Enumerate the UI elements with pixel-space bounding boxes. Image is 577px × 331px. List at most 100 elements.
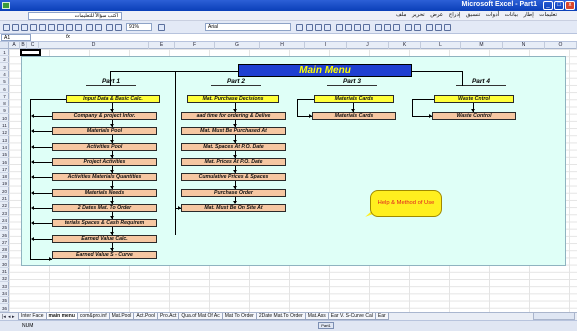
maximize-icon[interactable]: □ — [554, 1, 564, 10]
row-header[interactable]: 4 — [0, 71, 9, 78]
select-all-corner[interactable] — [0, 42, 9, 49]
sheet-tab[interactable]: main menu — [45, 313, 78, 320]
close-icon[interactable]: x — [565, 1, 575, 10]
fx-icon[interactable]: fx — [66, 34, 70, 40]
new-file-icon[interactable] — [3, 24, 10, 31]
row-header[interactable]: 19 — [0, 180, 9, 188]
align-right-icon[interactable] — [354, 24, 361, 31]
row-header[interactable]: 33 — [0, 283, 9, 290]
fill-color-icon[interactable] — [435, 24, 442, 31]
italic-icon[interactable] — [315, 24, 322, 31]
row-header[interactable]: 34 — [0, 290, 9, 297]
column-header[interactable]: D — [39, 42, 149, 49]
sheet-tab[interactable]: Mat.Pool — [108, 313, 135, 320]
mat-must-be-purchased-button[interactable]: Mat. Must Be Purchased At — [181, 127, 286, 135]
name-box[interactable]: A1 — [1, 34, 31, 41]
sort-icon[interactable] — [115, 24, 122, 31]
font-name-select[interactable]: Arial — [205, 23, 291, 31]
row-header[interactable]: 13 — [0, 137, 9, 144]
lead-time-ordering-button[interactable]: aad time for ordering & Delive — [181, 112, 286, 120]
menu-item[interactable]: أدوات — [486, 12, 499, 18]
project-activities-button[interactable]: Project Activities — [52, 158, 157, 166]
menu-item[interactable]: بيانات — [505, 12, 518, 18]
row-header[interactable]: 20 — [0, 188, 9, 195]
part4-header-button[interactable]: Waste Cntrol — [434, 95, 514, 103]
row-header[interactable]: 6 — [0, 86, 9, 93]
column-header[interactable]: K — [389, 42, 421, 49]
preview-icon[interactable] — [39, 24, 46, 31]
part1-header-button[interactable]: Input Data & Basic Calc. — [66, 95, 160, 103]
copy-icon[interactable] — [66, 24, 73, 31]
save-icon[interactable] — [21, 24, 28, 31]
comma-icon[interactable] — [393, 24, 400, 31]
row-header[interactable]: 2 — [0, 56, 9, 64]
column-header[interactable]: G — [215, 42, 260, 49]
paste-icon[interactable] — [75, 24, 82, 31]
menu-item[interactable]: ملف — [396, 12, 406, 18]
column-header[interactable]: L — [421, 42, 461, 49]
dates-mat-to-order-button[interactable]: 2 Dates Mat. To Order — [52, 204, 157, 212]
help-search-box[interactable]: اكتب سؤالاً للتعليمات — [28, 12, 122, 20]
row-header[interactable]: 12 — [0, 129, 9, 137]
materials-spaces-cash-button[interactable]: terials Spaces & Cash Requirem — [52, 219, 157, 227]
row-header[interactable]: 28 — [0, 246, 9, 254]
column-header[interactable]: I — [305, 42, 347, 49]
menu-item[interactable]: تنسيق — [466, 12, 480, 18]
column-header[interactable]: E — [149, 42, 175, 49]
part2-header-button[interactable]: Mat. Purchase Decisions — [187, 95, 279, 103]
help-icon[interactable] — [158, 24, 165, 31]
menu-item[interactable]: تحرير — [412, 12, 425, 18]
row-header[interactable]: 8 — [0, 100, 9, 108]
row-header[interactable]: 35 — [0, 297, 9, 305]
row-header[interactable]: 11 — [0, 122, 9, 129]
zoom-select[interactable]: 91% — [126, 23, 152, 31]
sheet-tab[interactable]: Qua.of Mat Of Ac — [178, 313, 223, 320]
materials-cards-button[interactable]: Materials Cards — [312, 112, 396, 120]
cut-icon[interactable] — [57, 24, 64, 31]
redo-icon[interactable] — [95, 24, 102, 31]
row-header[interactable]: 24 — [0, 217, 9, 224]
row-header[interactable]: 36 — [0, 305, 9, 312]
column-header[interactable]: A — [9, 42, 20, 49]
row-header[interactable]: 15 — [0, 151, 9, 159]
horizontal-scrollbar[interactable] — [533, 312, 575, 320]
column-header[interactable]: N — [503, 42, 545, 49]
spell-check-icon[interactable] — [48, 24, 55, 31]
row-header[interactable]: 32 — [0, 275, 9, 283]
row-header[interactable]: 5 — [0, 78, 9, 86]
row-header[interactable]: 9 — [0, 107, 9, 115]
earned-value-calc-button[interactable]: Earned Value Calc. — [52, 235, 157, 243]
row-header[interactable]: 16 — [0, 159, 9, 166]
sheet-tab[interactable]: Mat To Order — [221, 313, 257, 320]
borders-icon[interactable] — [426, 24, 433, 31]
column-header[interactable]: M — [461, 42, 503, 49]
autosum-icon[interactable] — [106, 24, 113, 31]
mat-prices-po-date-button[interactable]: Mat. Prices At P.O. Date — [181, 158, 286, 166]
print-icon[interactable] — [30, 24, 37, 31]
mat-on-site-button[interactable]: Mat. Must Be On Site At — [181, 204, 286, 212]
font-size-icon[interactable] — [296, 24, 303, 31]
materials-pool-button[interactable]: Materials Pool — [52, 127, 157, 135]
row-header[interactable]: 1 — [0, 49, 9, 56]
menu-item[interactable]: تعليمات — [539, 12, 557, 18]
sheet-tab[interactable]: Ear — [374, 313, 389, 320]
font-color-icon[interactable] — [444, 24, 451, 31]
materials-needs-button[interactable]: Materials Needs — [52, 189, 157, 197]
activities-materials-quantities-button[interactable]: Activities Materials Quantities — [52, 173, 157, 181]
column-header[interactable]: F — [175, 42, 215, 49]
sheet-tab[interactable]: com&pro.inf — [76, 313, 110, 320]
sheet-tab[interactable]: Pro.Act — [156, 313, 180, 320]
row-header[interactable]: 25 — [0, 224, 9, 232]
company-project-info-button[interactable]: Company & project Infor. — [52, 112, 157, 120]
help-method-button[interactable]: Help & Method of Use — [370, 190, 442, 217]
merge-icon[interactable] — [363, 24, 370, 31]
row-header[interactable]: 3 — [0, 64, 9, 71]
sheet-tab[interactable]: 2Date Mat.To Order — [255, 313, 306, 320]
increase-indent-icon[interactable] — [414, 24, 421, 31]
cumulative-prices-spaces-button[interactable]: Cumulative Prices & Spaces — [181, 173, 286, 181]
row-header[interactable]: 7 — [0, 93, 9, 100]
row-header[interactable]: 22 — [0, 202, 9, 210]
align-left-icon[interactable] — [336, 24, 343, 31]
open-folder-icon[interactable] — [12, 24, 19, 31]
bold-icon[interactable] — [306, 24, 313, 31]
